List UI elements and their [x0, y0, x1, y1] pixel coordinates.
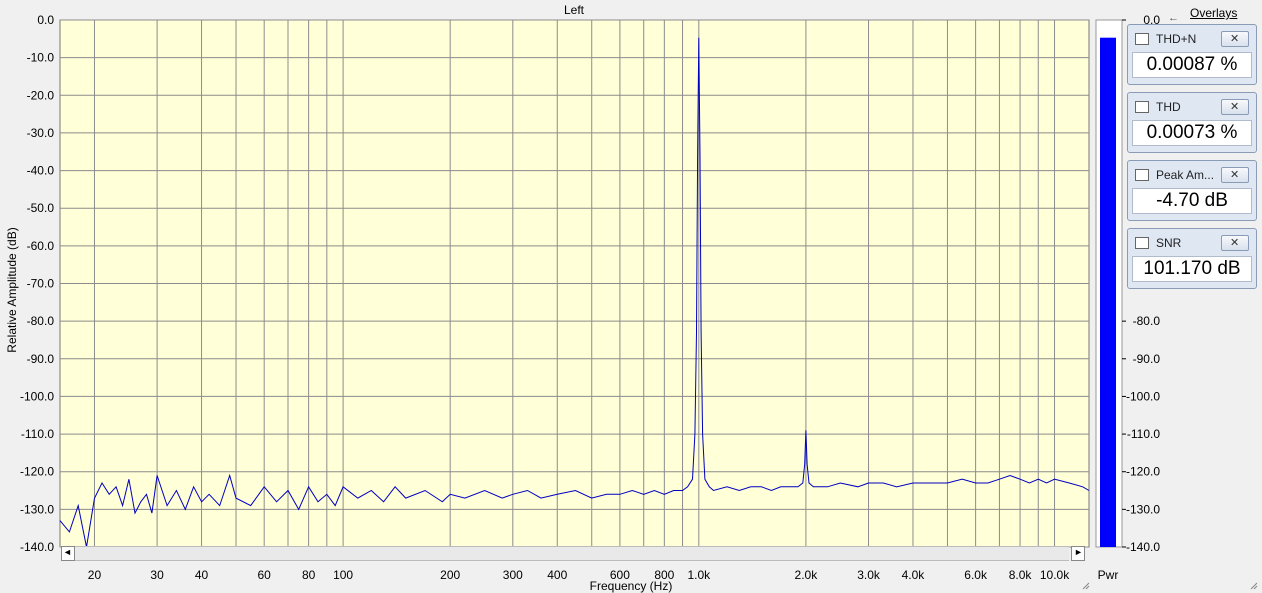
meter-peak-label: Peak Am... — [1156, 168, 1215, 182]
meter-snr-label: SNR — [1156, 236, 1182, 250]
y-tick-label: -90.0 — [27, 352, 55, 366]
y-tick-label: -130.0 — [20, 502, 54, 516]
meter-peak-amplitude: Peak Am... ✕ -4.70 dB — [1127, 160, 1257, 221]
close-icon: ✕ — [1230, 169, 1240, 181]
meter-tick-label: -80.0 — [1133, 314, 1161, 328]
meter-snr: SNR ✕ 101.170 dB — [1127, 228, 1257, 289]
y-tick-label: -70.0 — [27, 277, 55, 291]
y-axis-label: Relative Amplitude (dB) — [5, 227, 19, 352]
close-icon: ✕ — [1230, 101, 1240, 113]
meter-thd-close-button[interactable]: ✕ — [1221, 99, 1249, 115]
meter-tick-label: -120.0 — [1126, 465, 1160, 479]
spectrum-chart: 20 30 40 60 80 100 200 300 400 600 800 1.0k 2.0k 3.0k… — [5, 3, 1161, 593]
x-tick-label: 80 — [302, 568, 316, 582]
y-tick-label: -40.0 — [27, 164, 55, 178]
y-tick-label: -20.0 — [27, 88, 55, 102]
meter-tick-label: -140.0 — [1126, 540, 1160, 554]
meter-snr-close-button[interactable]: ✕ — [1221, 235, 1249, 251]
scroll-left-icon: ◄ — [63, 547, 72, 557]
close-icon: ✕ — [1230, 237, 1240, 249]
overlays-link[interactable]: Overlays — [1190, 6, 1237, 20]
meter-peak-close-button[interactable]: ✕ — [1221, 167, 1249, 183]
x-tick-label: 3.0k — [857, 568, 881, 582]
y-tick-label: 0.0 — [37, 13, 54, 27]
close-icon: ✕ — [1230, 33, 1240, 45]
x-tick-label: 20 — [88, 568, 102, 582]
horizontal-scrollbar-track[interactable] — [75, 546, 1069, 561]
x-tick-labels: 20 30 40 60 80 100 200 300 400 600 800 1.0k 2.0k 3.0k… — [88, 568, 1070, 582]
waveform-icon — [1135, 101, 1149, 113]
meter-thd-value: 0.00073 % — [1132, 120, 1252, 146]
x-tick-label: 6.0k — [964, 568, 988, 582]
power-meter-bar — [1100, 37, 1116, 548]
x-tick-label: 200 — [440, 568, 460, 582]
y-tick-label: -80.0 — [27, 314, 55, 328]
y-tick-labels: 0.0 -10.0 -20.0 -30.0 -40.0 -50.0 -60.0 -70.0 -8… — [20, 13, 54, 554]
power-meter-label: Pwr — [1098, 568, 1119, 582]
scroll-right-button[interactable]: ► — [1071, 546, 1085, 561]
meter-tick-label: -110.0 — [1127, 427, 1160, 441]
x-axis-label: Frequency (Hz) — [590, 579, 673, 593]
waveform-icon — [1135, 169, 1149, 181]
x-tick-label: 4.0k — [902, 568, 926, 582]
chart-title: Left — [564, 3, 585, 17]
x-tick-label: 300 — [503, 568, 523, 582]
x-tick-label: 30 — [150, 568, 164, 582]
meter-tick-label: -100.0 — [1126, 389, 1160, 403]
meter-thd-n-close-button[interactable]: ✕ — [1221, 31, 1249, 47]
collapse-arrow-icon[interactable]: ← — [1168, 12, 1179, 24]
meter-thd-n: THD+N ✕ 0.00087 % — [1127, 24, 1257, 85]
x-tick-label: 100 — [333, 568, 353, 582]
meter-thd-n-label: THD+N — [1156, 32, 1197, 46]
x-tick-label: 60 — [258, 568, 272, 582]
x-tick-label: 2.0k — [795, 568, 819, 582]
scroll-left-button[interactable]: ◄ — [61, 546, 75, 561]
x-tick-label: 40 — [195, 568, 209, 582]
y-tick-label: -10.0 — [27, 51, 55, 65]
meter-tick-label: -130.0 — [1126, 502, 1160, 516]
meter-tick-label: -90.0 — [1133, 352, 1161, 366]
y-tick-label: -100.0 — [20, 389, 54, 403]
y-tick-label: -50.0 — [27, 201, 55, 215]
waveform-icon — [1135, 237, 1149, 249]
x-tick-label: 8.0k — [1009, 568, 1033, 582]
y-tick-label: -140.0 — [20, 540, 54, 554]
x-tick-label: 10.0k — [1040, 568, 1070, 582]
meter-peak-value: -4.70 dB — [1132, 188, 1252, 214]
y-tick-label: -60.0 — [27, 239, 55, 253]
scroll-right-icon: ► — [1074, 547, 1083, 557]
meter-thd-n-value: 0.00087 % — [1132, 52, 1252, 78]
meter-thd: THD ✕ 0.00073 % — [1127, 92, 1257, 153]
resize-grip-icon[interactable] — [1082, 582, 1090, 590]
resize-grip-icon[interactable] — [1250, 582, 1258, 590]
x-tick-label: 400 — [547, 568, 567, 582]
waveform-icon — [1135, 33, 1149, 45]
meter-thd-label: THD — [1156, 100, 1181, 114]
y-tick-label: -110.0 — [21, 427, 54, 441]
x-tick-label: 1.0k — [687, 568, 711, 582]
meter-snr-value: 101.170 dB — [1132, 256, 1252, 282]
y-tick-label: -30.0 — [27, 126, 55, 140]
y-tick-label: -120.0 — [20, 465, 54, 479]
